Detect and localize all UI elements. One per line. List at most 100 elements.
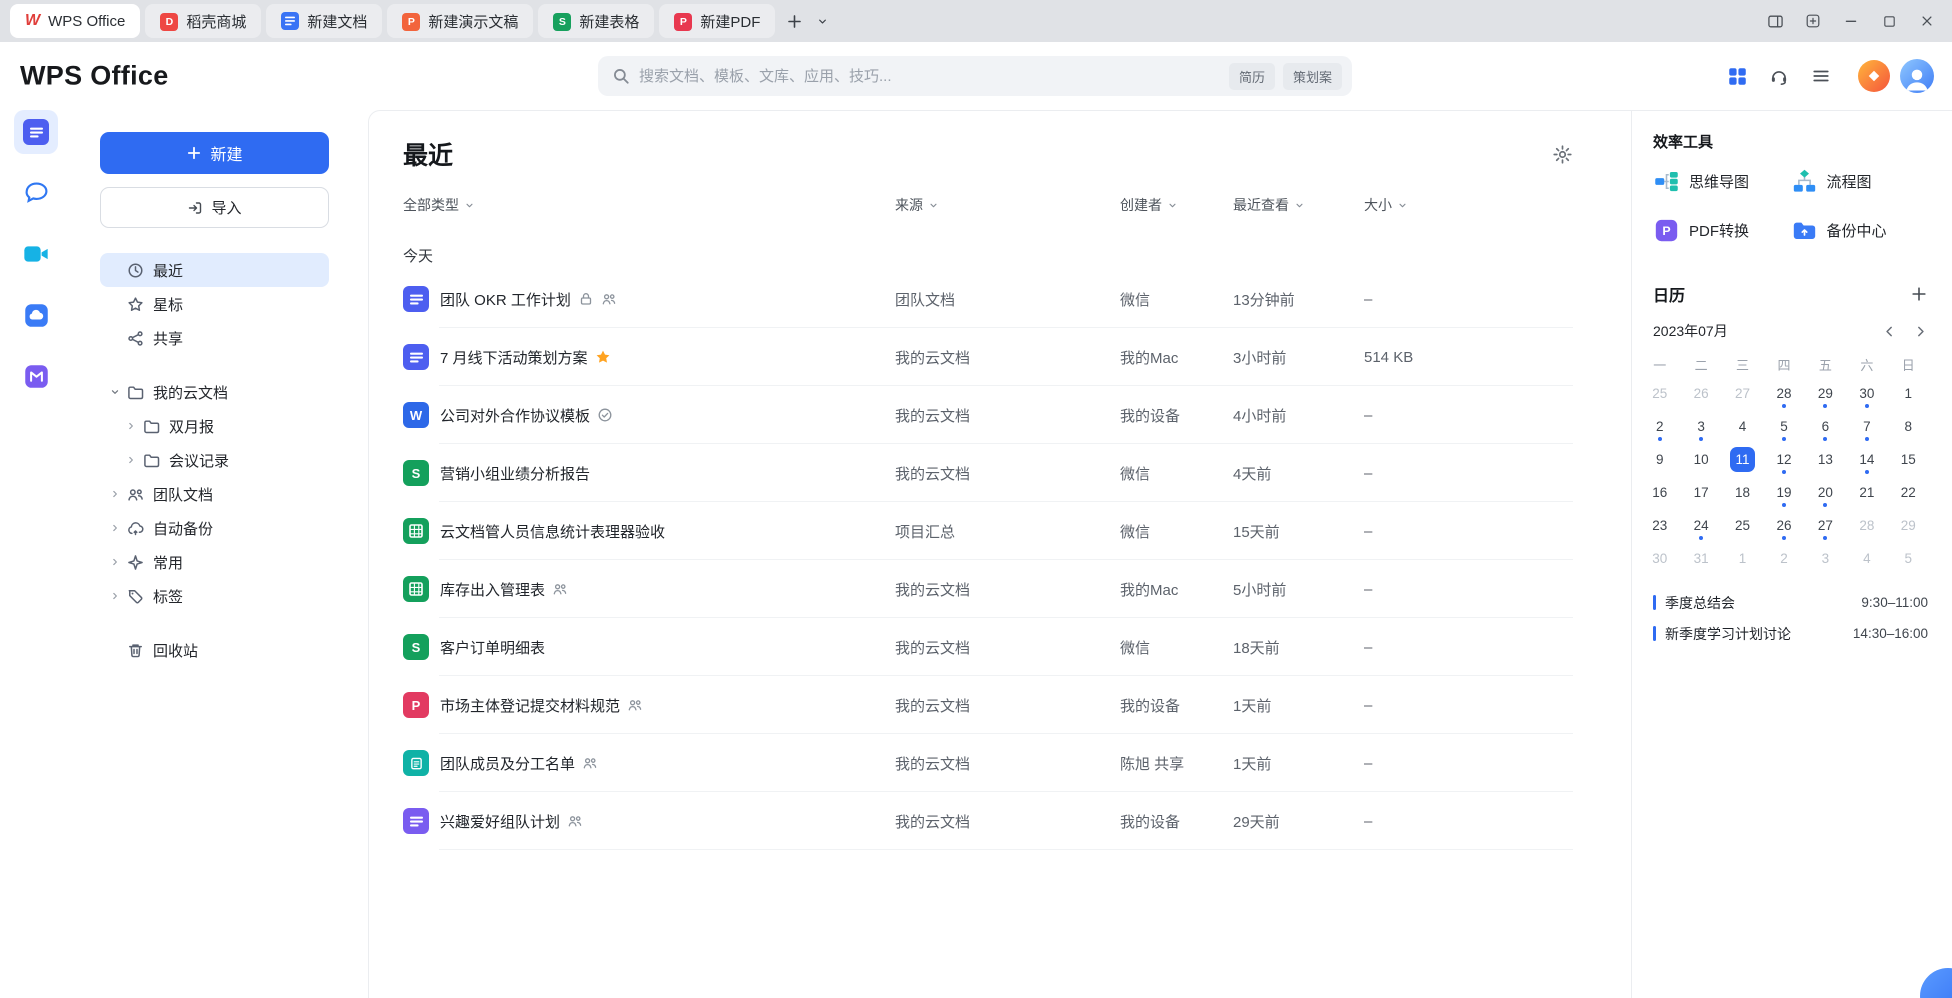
chevron-down-icon[interactable] [108,385,122,399]
chevron-right-icon[interactable] [108,589,122,603]
tool-flowchart[interactable]: 流程图 [1791,167,1929,195]
calendar-day[interactable]: 28 [1763,377,1804,410]
rail-item-meeting[interactable] [14,232,58,276]
file-row[interactable]: P市场主体登记提交材料规范我的云文档我的设备1天前– [403,676,1573,734]
calendar-day[interactable]: 7 [1846,410,1887,443]
chevron-right-icon[interactable] [108,555,122,569]
file-row[interactable]: S客户订单明细表我的云文档微信18天前– [403,618,1573,676]
sidebar-item-my-cloud-docs[interactable]: 我的云文档 [100,375,329,409]
calendar-day[interactable]: 5 [1888,542,1929,575]
calendar-day[interactable]: 8 [1888,410,1929,443]
calendar-day[interactable]: 19 [1763,476,1804,509]
dock-sidebar-icon[interactable] [1760,6,1790,36]
tab-pdf[interactable]: P新建PDF [659,4,775,38]
prev-month-icon[interactable] [1882,324,1897,339]
calendar-day[interactable]: 14 [1846,443,1887,476]
calendar-day[interactable]: 1 [1888,377,1929,410]
filter-source[interactable]: 来源 [895,195,939,215]
calendar-day[interactable]: 3 [1680,410,1721,443]
search-input[interactable] [639,68,1221,85]
search-bar[interactable]: 简历 策划案 [598,56,1352,96]
file-row[interactable]: 7 月线下活动策划方案我的云文档我的Mac3小时前514 KB [403,328,1573,386]
import-button[interactable]: 导入 [100,187,329,228]
calendar-day[interactable]: 22 [1888,476,1929,509]
calendar-day[interactable]: 20 [1805,476,1846,509]
tab-ppt[interactable]: P新建演示文稿 [387,4,533,38]
calendar-day[interactable]: 13 [1805,443,1846,476]
sidebar-item-shared[interactable]: 共享 [100,321,329,355]
calendar-event[interactable]: 新季度学习计划讨论14:30–16:00 [1653,618,1928,649]
support-headset-icon[interactable] [1762,59,1796,93]
rail-item-chat[interactable] [14,171,58,215]
calendar-day[interactable]: 2 [1639,410,1680,443]
tab-doc[interactable]: 新建文档 [266,4,382,38]
rail-item-cloud[interactable] [14,293,58,337]
calendar-day[interactable]: 15 [1888,443,1929,476]
calendar-day[interactable]: 29 [1888,509,1929,542]
filter-creator[interactable]: 创建者 [1120,195,1178,215]
sidebar-item-meeting-notes[interactable]: 会议记录 [116,443,329,477]
calendar-day[interactable]: 12 [1763,443,1804,476]
chevron-right-icon[interactable] [108,521,122,535]
tab-sheet[interactable]: S新建表格 [538,4,654,38]
tool-mindmap[interactable]: 思维导图 [1653,167,1791,195]
calendar-day[interactable]: 3 [1805,542,1846,575]
calendar-day[interactable]: 16 [1639,476,1680,509]
filter-type[interactable]: 全部类型 [403,195,475,215]
file-row[interactable]: 库存出入管理表我的云文档我的Mac5小时前– [403,560,1573,618]
calendar-day[interactable]: 10 [1680,443,1721,476]
calendar-day[interactable]: 28 [1846,509,1887,542]
close-icon[interactable] [1912,6,1942,36]
calendar-day[interactable]: 30 [1846,377,1887,410]
calendar-day[interactable]: 25 [1639,377,1680,410]
search-tag-plan[interactable]: 策划案 [1283,63,1342,90]
calendar-day[interactable]: 18 [1722,476,1763,509]
sidebar-item-bimonthly-report[interactable]: 双月报 [116,409,329,443]
calendar-day[interactable]: 27 [1722,377,1763,410]
maximize-icon[interactable] [1874,6,1904,36]
calendar-day[interactable]: 6 [1805,410,1846,443]
calendar-day[interactable]: 1 [1722,542,1763,575]
calendar-day[interactable]: 23 [1639,509,1680,542]
file-row[interactable]: 团队成员及分工名单我的云文档陈旭 共享1天前– [403,734,1573,792]
member-vip-icon[interactable] [1858,60,1890,92]
calendar-day[interactable]: 2 [1763,542,1804,575]
settings-gear-icon[interactable] [1552,144,1573,165]
menu-icon[interactable] [1804,59,1838,93]
calendar-day[interactable]: 11 [1722,443,1763,476]
tool-backupcenter[interactable]: 备份中心 [1791,216,1929,244]
user-avatar[interactable] [1900,59,1934,93]
calendar-day[interactable]: 9 [1639,443,1680,476]
tab-list-chevron-down-icon[interactable] [808,7,836,35]
add-tab-button[interactable] [780,7,808,35]
calendar-event[interactable]: 季度总结会9:30–11:00 [1653,587,1928,618]
rail-item-docs[interactable] [14,110,58,154]
file-row[interactable]: 云文档管人员信息统计表理器验收项目汇总微信15天前– [403,502,1573,560]
search-tag-resume[interactable]: 简历 [1229,63,1275,90]
calendar-day[interactable]: 27 [1805,509,1846,542]
tab-wps[interactable]: WWPS Office [10,4,140,38]
sidebar-item-team-docs[interactable]: 团队文档 [100,477,329,511]
app-widgets-icon[interactable] [1798,6,1828,36]
apps-grid-icon[interactable] [1720,59,1754,93]
chevron-right-icon[interactable] [124,419,138,433]
add-event-icon[interactable] [1910,285,1928,303]
calendar-day[interactable]: 5 [1763,410,1804,443]
calendar-day[interactable]: 21 [1846,476,1887,509]
rail-item-apps[interactable] [14,354,58,398]
calendar-day[interactable]: 24 [1680,509,1721,542]
calendar-day[interactable]: 31 [1680,542,1721,575]
file-row[interactable]: 兴趣爱好组队计划我的云文档我的设备29天前– [403,792,1573,850]
chevron-right-icon[interactable] [124,453,138,467]
minimize-icon[interactable] [1836,6,1866,36]
file-row[interactable]: S营销小组业绩分析报告我的云文档微信4天前– [403,444,1573,502]
calendar-day[interactable]: 29 [1805,377,1846,410]
file-row[interactable]: W公司对外合作协议模板我的云文档我的设备4小时前– [403,386,1573,444]
filter-viewed[interactable]: 最近查看 [1233,195,1305,215]
file-row[interactable]: 团队 OKR 工作计划团队文档微信13分钟前– [403,270,1573,328]
tab-docer[interactable]: D稻壳商城 [145,4,261,38]
tool-pdfconvert[interactable]: PPDF转换 [1653,216,1791,244]
sidebar-item-frequent[interactable]: 常用 [100,545,329,579]
calendar-day[interactable]: 26 [1680,377,1721,410]
sidebar-item-recycle-bin[interactable]: 回收站 [100,633,329,667]
